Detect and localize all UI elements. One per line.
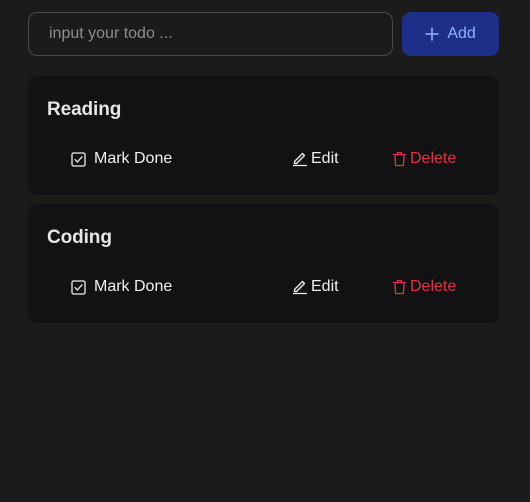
checkbox-icon: [71, 151, 86, 167]
mark-done-label: Mark Done: [94, 150, 173, 167]
mark-done-button[interactable]: Mark Done: [71, 150, 172, 168]
add-button[interactable]: Add: [402, 12, 499, 56]
delete-label: Delete: [410, 150, 457, 167]
mark-done-button[interactable]: Mark Done: [71, 278, 172, 296]
pencil-icon: [292, 151, 308, 167]
todo-app: Add Reading Mark Done Edit: [28, 12, 499, 323]
add-todo-row: Add: [28, 12, 499, 56]
add-button-label: Add: [447, 25, 476, 42]
trash-icon: [392, 151, 407, 167]
edit-label: Edit: [311, 150, 339, 167]
edit-button[interactable]: Edit: [292, 278, 339, 296]
todo-title: Coding: [47, 227, 112, 248]
todo-card: Reading Mark Done Edit Delete: [28, 76, 499, 195]
edit-label: Edit: [311, 278, 339, 295]
delete-button[interactable]: Delete: [392, 278, 456, 296]
checkbox-icon: [71, 279, 86, 295]
todo-title: Reading: [47, 99, 122, 120]
delete-button[interactable]: Delete: [392, 150, 456, 168]
todo-card: Coding Mark Done Edit Delete: [28, 204, 499, 323]
edit-button[interactable]: Edit: [292, 150, 339, 168]
plus-icon: [425, 27, 440, 41]
trash-icon: [392, 279, 407, 295]
delete-label: Delete: [410, 278, 457, 295]
mark-done-label: Mark Done: [94, 278, 173, 295]
pencil-icon: [292, 279, 308, 295]
todo-input[interactable]: [28, 12, 394, 56]
